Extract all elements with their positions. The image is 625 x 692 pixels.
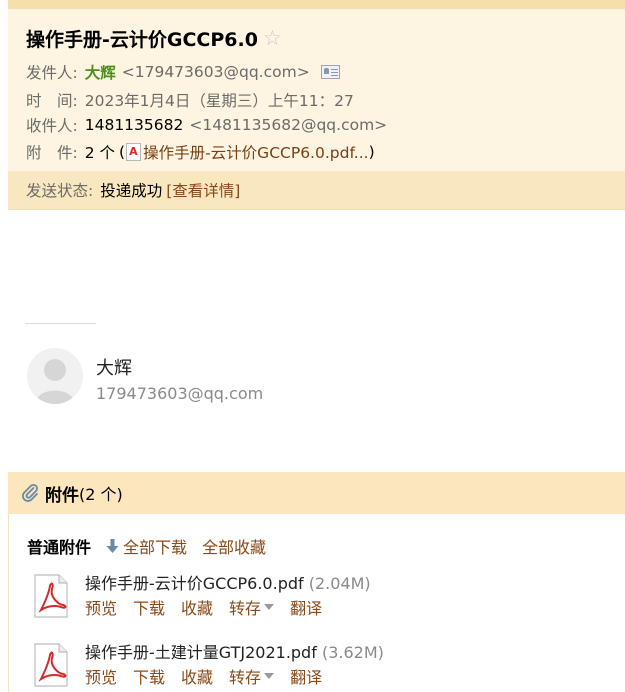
paperclip-icon (22, 483, 38, 502)
attachment-name-row: 操作手册-云计价GCCP6.0.pdf (2.04M) (85, 570, 371, 594)
time-value: 2023年1月4日（星期三）上午11：27 (84, 92, 354, 110)
save-to-link[interactable]: 转存 (229, 664, 261, 688)
attachment-row: 附 件: 2 个 ( 操作手册-云计价GCCP6.0.pdf... ) (26, 141, 375, 163)
attachments-title: 附件 (45, 485, 79, 506)
to-row: 收件人: 1481135682 <1481135682@qq.com> (26, 114, 387, 136)
preview-link[interactable]: 预览 (85, 595, 117, 619)
from-row: 发件人: 大辉 <179473603@qq.com> (26, 61, 340, 83)
attachments-count: (2 个) (79, 485, 123, 504)
download-link[interactable]: 下载 (133, 595, 165, 619)
attachment-size: (3.62M) (321, 643, 384, 662)
delivery-status-bar: 发送状态: 投递成功 [查看详情] (8, 171, 625, 209)
save-all-link[interactable]: 全部收藏 (202, 534, 266, 558)
favorite-link[interactable]: 收藏 (181, 664, 213, 688)
attachment-count: 2 个 (84, 144, 116, 162)
attachment-actions: 预览 下载 收藏 转存 翻译 (85, 595, 338, 619)
from-label: 发件人: (26, 64, 78, 82)
view-details-link[interactable]: [查看详情] (166, 179, 240, 201)
contact-card-icon[interactable] (320, 65, 340, 79)
status-label: 发送状态: (26, 182, 94, 200)
header-top-border (8, 0, 625, 9)
time-label: 时 间: (26, 92, 78, 110)
attachment-size: (2.04M) (308, 574, 371, 593)
pdf-icon (126, 143, 142, 161)
download-link[interactable]: 下载 (133, 664, 165, 688)
avatar (27, 348, 83, 404)
attachment-filename[interactable]: 操作手册-土建计量GTJ2021.pdf (85, 643, 317, 662)
sender-address: <179473603@qq.com> (121, 63, 310, 81)
attachment-paren-open: ( (119, 143, 126, 161)
attachments-toolbar: 普通附件 全部下载 全部收藏 (27, 534, 266, 558)
download-arrow-icon (106, 538, 119, 553)
attachment-first-link[interactable]: 操作手册-云计价GCCP6.0.pdf... (143, 141, 368, 163)
attachment-paren-close: ) (368, 143, 375, 161)
recipient-address: <1481135682@qq.com> (189, 116, 388, 134)
attachment-name-row: 操作手册-土建计量GTJ2021.pdf (3.62M) (85, 639, 384, 663)
recipient-name[interactable]: 1481135682 (85, 116, 184, 134)
favorite-link[interactable]: 收藏 (181, 595, 213, 619)
preview-link[interactable]: 预览 (85, 664, 117, 688)
email-header: 操作手册-云计价GCCP6.0 ☆ 发件人: 大辉 <179473603@qq.… (8, 0, 625, 210)
to-label: 收件人: (26, 117, 78, 135)
attachment-filename[interactable]: 操作手册-云计价GCCP6.0.pdf (85, 574, 304, 593)
subject-row: 操作手册-云计价GCCP6.0 ☆ (26, 25, 282, 52)
caret-down-icon[interactable] (264, 604, 275, 610)
email-subject: 操作手册-云计价GCCP6.0 (26, 29, 258, 51)
default-avatar-icon (27, 348, 83, 404)
signature-email: 179473603@qq.com (96, 384, 264, 403)
download-all-link[interactable]: 全部下载 (123, 534, 187, 558)
normal-attachments-title: 普通附件 (27, 538, 92, 557)
caret-down-icon[interactable] (264, 673, 275, 679)
time-row: 时 间: 2023年1月4日（星期三）上午11：27 (26, 89, 354, 111)
attachments-body: 普通附件 全部下载 全部收藏 操作手册-云计价GCCP6.0.pdf (2.04… (8, 514, 625, 692)
signature-name: 大辉 (96, 358, 132, 379)
translate-link[interactable]: 翻译 (290, 664, 322, 688)
pdf-file-icon[interactable] (31, 574, 71, 618)
sender-name[interactable]: 大辉 (85, 61, 116, 83)
attachment-actions: 预览 下载 收藏 转存 翻译 (85, 664, 338, 688)
signature-divider (25, 323, 96, 324)
attachment-label: 附 件: (26, 144, 78, 162)
translate-link[interactable]: 翻译 (290, 595, 322, 619)
save-to-link[interactable]: 转存 (229, 595, 261, 619)
attachments-header: 附件 (2 个) (8, 472, 625, 514)
star-icon[interactable]: ☆ (263, 28, 282, 49)
pdf-file-icon[interactable] (31, 643, 71, 687)
status-value: 投递成功 (100, 182, 163, 200)
